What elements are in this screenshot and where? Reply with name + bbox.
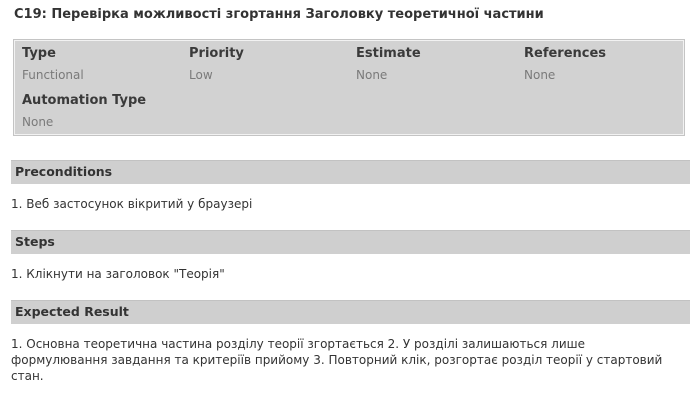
property-references-label: References [524, 46, 607, 61]
property-estimate: Estimate None [356, 46, 516, 83]
property-automation-type-label: Automation Type [22, 93, 147, 108]
expected-result-header: Expected Result [11, 300, 690, 324]
preconditions-heading: Preconditions [15, 164, 113, 179]
property-references: References None [524, 46, 684, 83]
preconditions-header: Preconditions [11, 160, 690, 184]
steps-heading: Steps [15, 234, 55, 249]
property-type: Type Functional [22, 46, 182, 83]
property-automation-type-value: None [22, 115, 54, 129]
property-references-value: None [524, 68, 556, 82]
property-type-label: Type [22, 46, 56, 61]
steps-header: Steps [11, 230, 690, 254]
expected-result-heading: Expected Result [15, 304, 129, 319]
property-type-value: Functional [22, 68, 84, 82]
property-estimate-value: None [356, 68, 388, 82]
expected-result-text: 1. Основна теоретична частина розділу те… [11, 337, 663, 383]
property-priority-value: Low [189, 68, 213, 82]
properties-panel: Type Functional Priority Low Estimate No… [13, 39, 685, 136]
property-estimate-label: Estimate [356, 46, 421, 61]
property-automation-type: Automation Type None [22, 93, 182, 130]
steps-text: 1. Клікнути на заголовок "Теорія" [11, 267, 225, 281]
page-title: C19: Перевірка можливості згортання Заго… [14, 7, 544, 22]
property-priority: Priority Low [189, 46, 349, 83]
preconditions-text: 1. Веб застосунок вікритий у браузері [11, 197, 253, 211]
property-priority-label: Priority [189, 46, 244, 61]
